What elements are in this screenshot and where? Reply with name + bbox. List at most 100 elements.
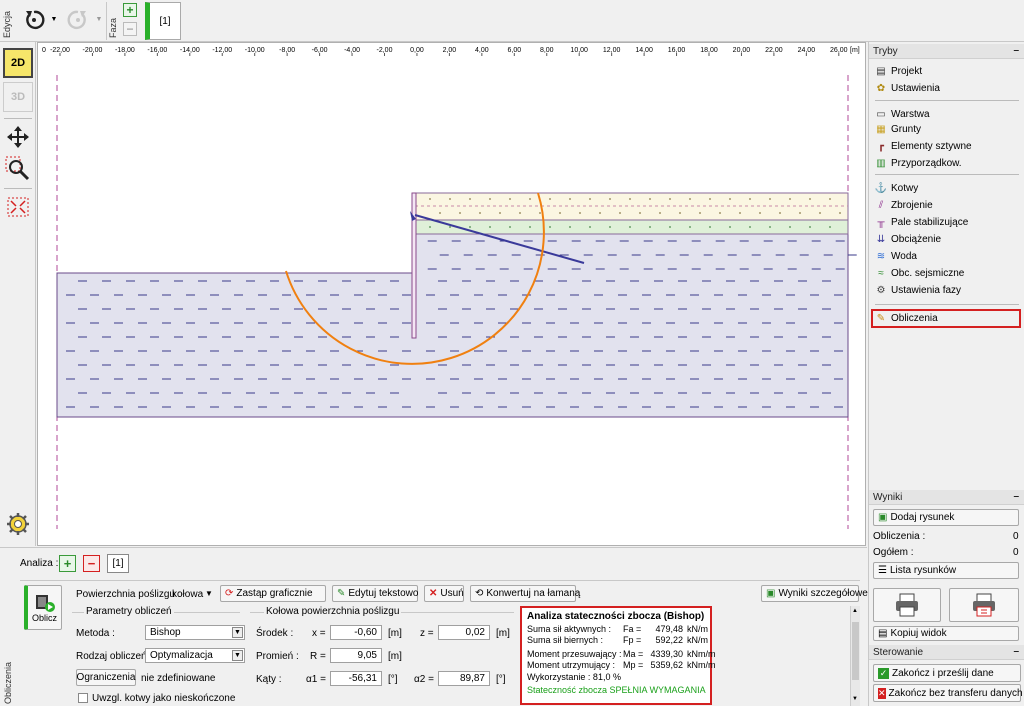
ruler-tick-label: 20,00 <box>733 47 751 54</box>
redo-button[interactable] <box>64 6 92 34</box>
print-button[interactable] <box>873 588 941 622</box>
alpha1-input[interactable]: -56,31 <box>330 671 382 686</box>
layer-icon: ▭ <box>876 109 886 120</box>
soil-dot <box>489 198 491 200</box>
soil-dot <box>809 226 811 228</box>
settings-button[interactable] <box>3 508 33 540</box>
analysis-tab-1[interactable]: [1] <box>107 554 129 573</box>
soil-dot <box>749 198 751 200</box>
ruler-tick-label: 10,00 <box>570 47 588 54</box>
remove-phase-icon[interactable]: − <box>123 22 137 36</box>
scroll-down-icon[interactable]: ▼ <box>852 696 858 702</box>
phase-tab-1[interactable]: [1] <box>145 2 181 40</box>
r-input[interactable]: 9,05 <box>330 648 382 663</box>
soil-dot <box>599 212 601 214</box>
view-3d-button[interactable]: 3D <box>3 82 33 112</box>
horizontal-ruler: 0 -22,00 -20,00 -18,00 -16,00 -14,00 -12,00 -10… <box>38 43 865 56</box>
mode-item-9[interactable]: ⇊ Obciążenie <box>875 231 1021 248</box>
zoom-extents-icon <box>7 197 29 217</box>
soil-dot <box>759 212 761 214</box>
mode-item-0[interactable]: ▤ Projekt <box>875 63 1021 80</box>
sterowanie-header: Sterowanie – <box>869 645 1024 660</box>
result-sym: Mp = <box>623 660 644 670</box>
ruler-tick-label: 12,00 <box>603 47 621 54</box>
water-icon: ≋ <box>876 251 886 262</box>
view-2d-button[interactable]: 2D <box>3 48 33 78</box>
convert-icon: ⟲ <box>475 588 484 599</box>
finish-no-transfer-label: Zakończ bez transferu danych <box>888 687 1023 699</box>
drawing-canvas[interactable]: 0 -22,00 -20,00 -18,00 -16,00 -14,00 -12,00 -10… <box>37 42 866 546</box>
add-analysis-icon[interactable]: + <box>59 555 76 572</box>
mode-item-1[interactable]: ✿ Ustawienia <box>875 80 1021 97</box>
undo-dropdown-icon[interactable]: ▼ <box>49 14 59 24</box>
add-phase-icon[interactable]: + <box>123 3 137 17</box>
ruler-tick-label: -16,00 <box>147 47 167 54</box>
zoom-extents-button[interactable] <box>3 192 33 222</box>
soil-dot <box>499 212 501 214</box>
mode-item-12[interactable]: ⚙ Ustawienia fazy <box>875 282 1021 299</box>
delete-button[interactable]: ✕ Usuń <box>424 585 464 602</box>
soil-dot <box>659 212 661 214</box>
scroll-up-icon[interactable]: ▲ <box>852 608 858 614</box>
tryby-minimize-button[interactable]: – <box>1013 45 1019 56</box>
drawings-list-button[interactable]: ☰ Lista rysunków <box>873 562 1019 579</box>
replace-graphic-button[interactable]: ⟳ Zastąp graficznie <box>220 585 326 602</box>
result-sym: Fp = <box>623 635 642 645</box>
gear-icon: ✿ <box>876 83 886 94</box>
ruler-tick-label: 18,00 <box>700 47 718 54</box>
top-toolbar: Edycja ▼ ▼ Faza + − [1] <box>0 0 1024 42</box>
method-select[interactable]: Bishop ▼ <box>145 625 245 640</box>
soil-dot <box>469 226 471 228</box>
soil-dot <box>439 212 441 214</box>
x-label: x = <box>312 628 326 639</box>
print-export-button[interactable] <box>949 588 1019 622</box>
mode-item-6[interactable]: ⚓ Kotwy <box>875 180 1021 197</box>
add-drawing-button[interactable]: ▣ Dodaj rysunek <box>873 509 1019 526</box>
mode-item-8[interactable]: ╥ Pale stabilizujące <box>875 214 1021 231</box>
ruler-unit: [m] <box>850 47 860 54</box>
calculate-button[interactable]: Oblicz <box>24 585 62 630</box>
method-label: Metoda : <box>76 628 115 639</box>
anchors-checkbox[interactable] <box>78 693 88 703</box>
soil-dot <box>429 226 431 228</box>
redo-dropdown-icon[interactable]: ▼ <box>94 14 104 24</box>
z-unit: [m] <box>496 628 510 639</box>
scrollbar-thumb[interactable] <box>852 622 859 680</box>
pan-button[interactable] <box>3 122 33 152</box>
mode-item-10[interactable]: ≋ Woda <box>875 248 1021 265</box>
alpha2-input[interactable]: 89,87 <box>438 671 490 686</box>
constraints-button[interactable]: Ograniczenia <box>76 669 136 686</box>
convert-button[interactable]: ⟲ Konwertuj na łamaną <box>470 585 580 602</box>
x-input[interactable]: -0,60 <box>330 625 382 640</box>
z-label: z = <box>420 628 434 639</box>
mode-item-11[interactable]: ≈ Obc. sejsmiczne <box>875 265 1021 282</box>
detailed-results-button[interactable]: ▣ Wyniki szczegółowe <box>761 585 868 602</box>
mode-item-label: Ustawienia <box>891 83 940 94</box>
mode-item-7[interactable]: ⫽ Zbrojenie <box>875 197 1021 214</box>
z-input[interactable]: 0,02 <box>438 625 490 640</box>
finish-transfer-button[interactable]: ✓ Zakończ i prześlij dane <box>873 664 1021 682</box>
soil-layer-base <box>56 232 849 418</box>
tryby-title: Tryby <box>873 46 898 57</box>
panel-divider <box>20 580 860 581</box>
mode-item-4[interactable]: ┏ Elementy sztywne <box>875 138 1021 155</box>
sterowanie-minimize-button[interactable]: – <box>1013 646 1019 657</box>
undo-button[interactable] <box>20 6 48 34</box>
calc-type-select[interactable]: Optymalizacja ▼ <box>145 648 245 663</box>
mode-item-3[interactable]: ▦ Grunty <box>875 121 1021 138</box>
results-scrollbar[interactable]: ▲ ▼ <box>850 606 860 706</box>
surface-dropdown-icon[interactable]: ▼ <box>205 589 213 598</box>
mode-item-5[interactable]: ▥ Przyporządkow. <box>875 155 1021 172</box>
ruler-tick-label: 16,00 <box>668 47 686 54</box>
mode-item-label: Grunty <box>891 124 922 135</box>
edit-text-button[interactable]: ✎ Edytuj tekstowo <box>332 585 418 602</box>
wyniki-minimize-button[interactable]: – <box>1013 491 1019 502</box>
finish-no-transfer-button[interactable]: ✕ Zakończ bez transferu danych <box>873 684 1023 702</box>
zoom-window-button[interactable] <box>3 154 33 184</box>
copy-view-button[interactable]: ▤ Kopiuj widok <box>873 626 1019 641</box>
surface-select[interactable]: kołowa <box>172 589 203 600</box>
copy-view-icon: ▤ <box>878 628 888 639</box>
soil-dot <box>769 198 771 200</box>
soil-dot <box>649 226 651 228</box>
remove-analysis-icon[interactable]: − <box>83 555 100 572</box>
